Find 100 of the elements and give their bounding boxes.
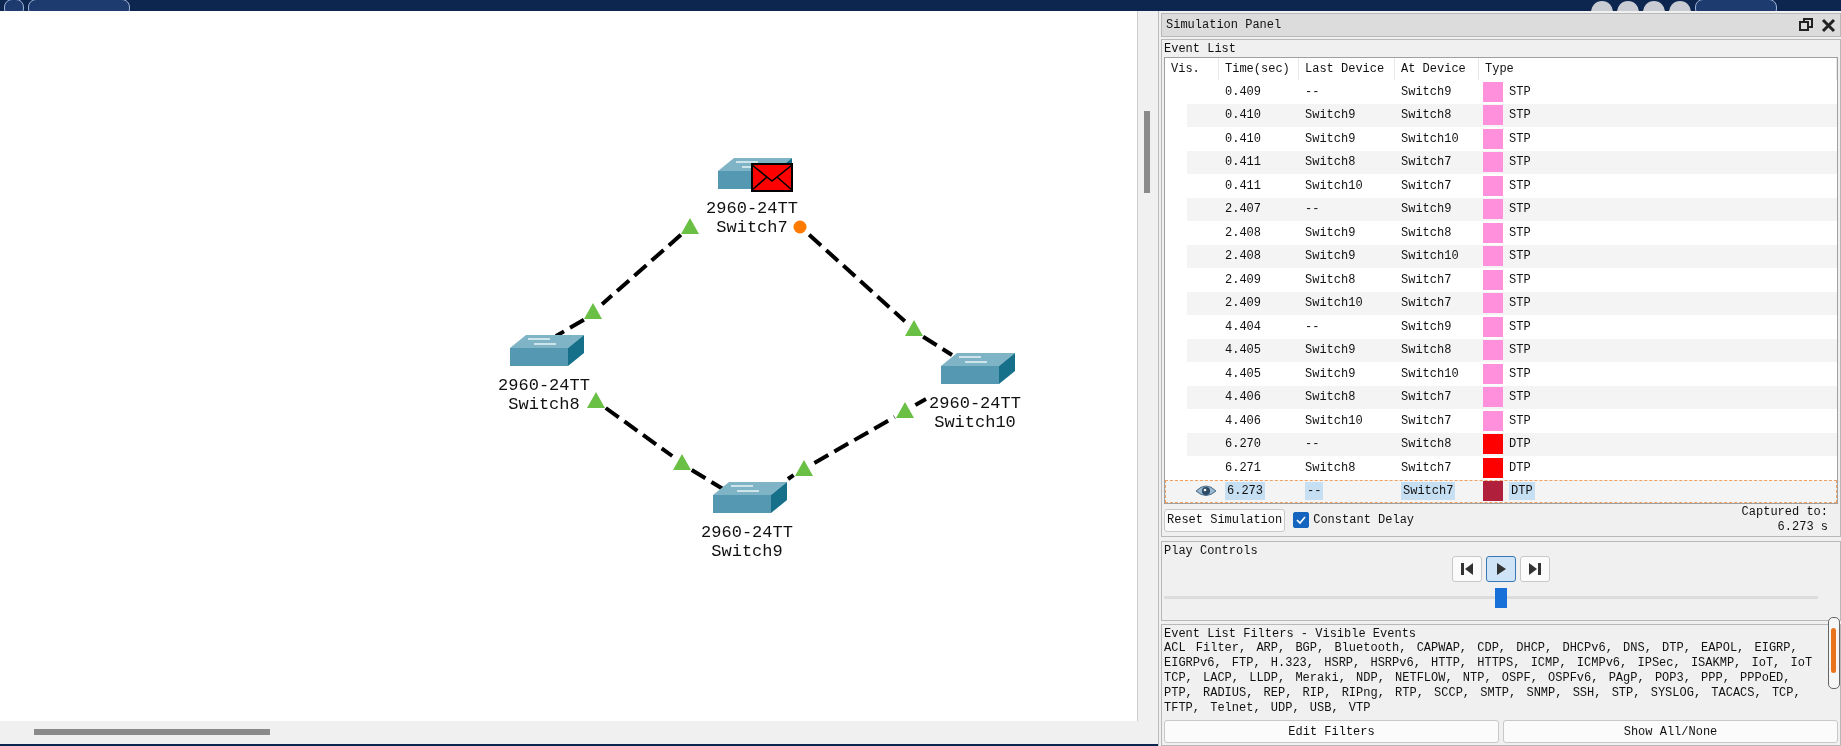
section-label: Play Controls	[1164, 544, 1259, 558]
filter-button[interactable]: Show All/None	[1503, 720, 1838, 743]
scrollbar-thumb[interactable]	[34, 729, 270, 735]
type-color-swatch[interactable]	[1483, 269, 1503, 290]
envelope-icon	[751, 163, 793, 192]
type-color-swatch[interactable]	[1483, 246, 1503, 267]
last-device: Switch9	[1305, 225, 1356, 240]
event-type: STP	[1509, 108, 1531, 123]
column-header[interactable]: Vis.	[1165, 58, 1219, 80]
event-type: STP	[1509, 390, 1531, 405]
switch-icon[interactable]	[941, 353, 1015, 384]
last-device: Switch10	[1305, 413, 1363, 428]
last-device: Switch9	[1305, 366, 1356, 381]
event-row[interactable]: 2.408 Switch9 Switch8 STP	[1165, 221, 1837, 245]
event-row[interactable]: 6.271 Switch8 Switch7 DTP	[1165, 456, 1837, 480]
event-time: 0.410	[1225, 131, 1261, 146]
event-time: 4.406	[1225, 413, 1261, 428]
cable-link[interactable]	[604, 406, 725, 491]
device-name: Switch7	[716, 218, 788, 237]
device-model: 2960-24TT	[701, 523, 793, 542]
close-icon[interactable]	[1821, 17, 1836, 33]
type-color-swatch[interactable]	[1483, 199, 1503, 220]
event-time: 6.271	[1225, 460, 1261, 475]
scrollbar-thumb[interactable]	[1144, 111, 1150, 193]
last-device: Switch10	[1305, 178, 1363, 193]
event-time: 2.407	[1225, 202, 1261, 217]
type-color-swatch[interactable]	[1483, 363, 1503, 384]
type-color-swatch[interactable]	[1483, 457, 1503, 478]
last-device: Switch8	[1305, 390, 1356, 405]
at-device: Switch7	[1401, 155, 1452, 170]
event-type: DTP	[1509, 437, 1531, 452]
column-header[interactable]: Time(sec)	[1219, 58, 1299, 80]
type-color-swatch[interactable]	[1483, 128, 1503, 149]
play-button[interactable]	[1486, 556, 1516, 582]
type-color-swatch[interactable]	[1483, 152, 1503, 173]
column-header[interactable]: Last Device	[1299, 58, 1395, 80]
switch-icon[interactable]	[510, 335, 584, 366]
last-device: Switch8	[1305, 460, 1356, 475]
event-row[interactable]: 0.409 -- Switch9 STP	[1165, 80, 1837, 104]
event-time: 6.270	[1225, 437, 1261, 452]
at-device: Switch9	[1401, 84, 1452, 99]
event-row[interactable]: 4.404 -- Switch9 STP	[1165, 315, 1837, 339]
at-device: Switch7	[1401, 413, 1452, 428]
event-time: 4.406	[1225, 390, 1261, 405]
forward-button[interactable]	[1520, 556, 1550, 582]
skip-back-icon	[1459, 561, 1475, 577]
type-color-swatch[interactable]	[1483, 481, 1503, 502]
event-row[interactable]: 4.405 Switch9 Switch10 STP	[1165, 362, 1837, 386]
section-label: Event List Filters - Visible Events	[1164, 627, 1418, 641]
eye-icon	[1195, 484, 1217, 499]
event-row[interactable]: 0.410 Switch9 Switch10 STP	[1165, 127, 1837, 151]
event-type: STP	[1509, 178, 1531, 193]
cable-link[interactable]	[555, 233, 683, 338]
type-color-swatch[interactable]	[1483, 410, 1503, 431]
event-time: 0.410	[1225, 108, 1261, 123]
device-model: 2960-24TT	[498, 376, 590, 395]
type-color-swatch[interactable]	[1483, 81, 1503, 102]
checkbox-label: Constant Delay	[1313, 513, 1415, 527]
at-device: Switch10	[1401, 366, 1459, 381]
at-device: Switch9	[1401, 202, 1452, 217]
last-device: --	[1305, 84, 1320, 99]
panel-title: Simulation Panel	[1166, 18, 1282, 32]
type-color-swatch[interactable]	[1483, 105, 1503, 126]
device-name: Switch8	[508, 395, 580, 414]
event-row[interactable]: 2.409 Switch8 Switch7 STP	[1165, 268, 1837, 292]
column-header[interactable]: Type	[1479, 58, 1837, 80]
cable-link[interactable]	[786, 397, 927, 481]
last-device: --	[1305, 319, 1320, 334]
last-device: Switch10	[1305, 296, 1363, 311]
reset-simulation-button[interactable]: Reset Simulation	[1164, 508, 1286, 532]
device-model: 2960-24TT	[706, 199, 798, 218]
restore-icon[interactable]	[1799, 18, 1813, 32]
type-color-swatch[interactable]	[1483, 340, 1503, 361]
back-button[interactable]	[1452, 556, 1482, 582]
scrollbar-thumb[interactable]	[1831, 628, 1836, 673]
slider-thumb[interactable]	[1495, 588, 1507, 608]
device-name: Switch9	[711, 542, 783, 561]
skip-forward-icon	[1527, 561, 1543, 577]
column-header[interactable]: At Device	[1395, 58, 1479, 80]
switch-icon[interactable]	[713, 482, 787, 513]
event-row[interactable]: 0.411 Switch10 Switch7 STP	[1165, 174, 1837, 198]
type-color-swatch[interactable]	[1483, 175, 1503, 196]
event-type: STP	[1509, 343, 1531, 358]
type-color-swatch[interactable]	[1483, 316, 1503, 337]
event-type: STP	[1509, 84, 1531, 99]
event-time: 2.409	[1225, 296, 1261, 311]
type-color-swatch[interactable]	[1483, 387, 1503, 408]
event-type: STP	[1509, 155, 1531, 170]
type-color-swatch[interactable]	[1483, 222, 1503, 243]
event-time: 0.411	[1225, 155, 1261, 170]
type-color-swatch[interactable]	[1483, 434, 1503, 455]
cable-link[interactable]	[807, 233, 954, 357]
last-device: Switch9	[1305, 108, 1356, 123]
filter-button[interactable]: Edit Filters	[1164, 720, 1499, 743]
event-time: 2.408	[1225, 249, 1261, 264]
constant-delay-checkbox[interactable]	[1293, 512, 1310, 528]
event-row[interactable]: 4.406 Switch10 Switch7 STP	[1165, 409, 1837, 433]
type-color-swatch[interactable]	[1483, 293, 1503, 314]
device-name: Switch10	[934, 413, 1016, 432]
event-row[interactable]: 6.273 -- Switch7 DTP	[1165, 479, 1837, 503]
